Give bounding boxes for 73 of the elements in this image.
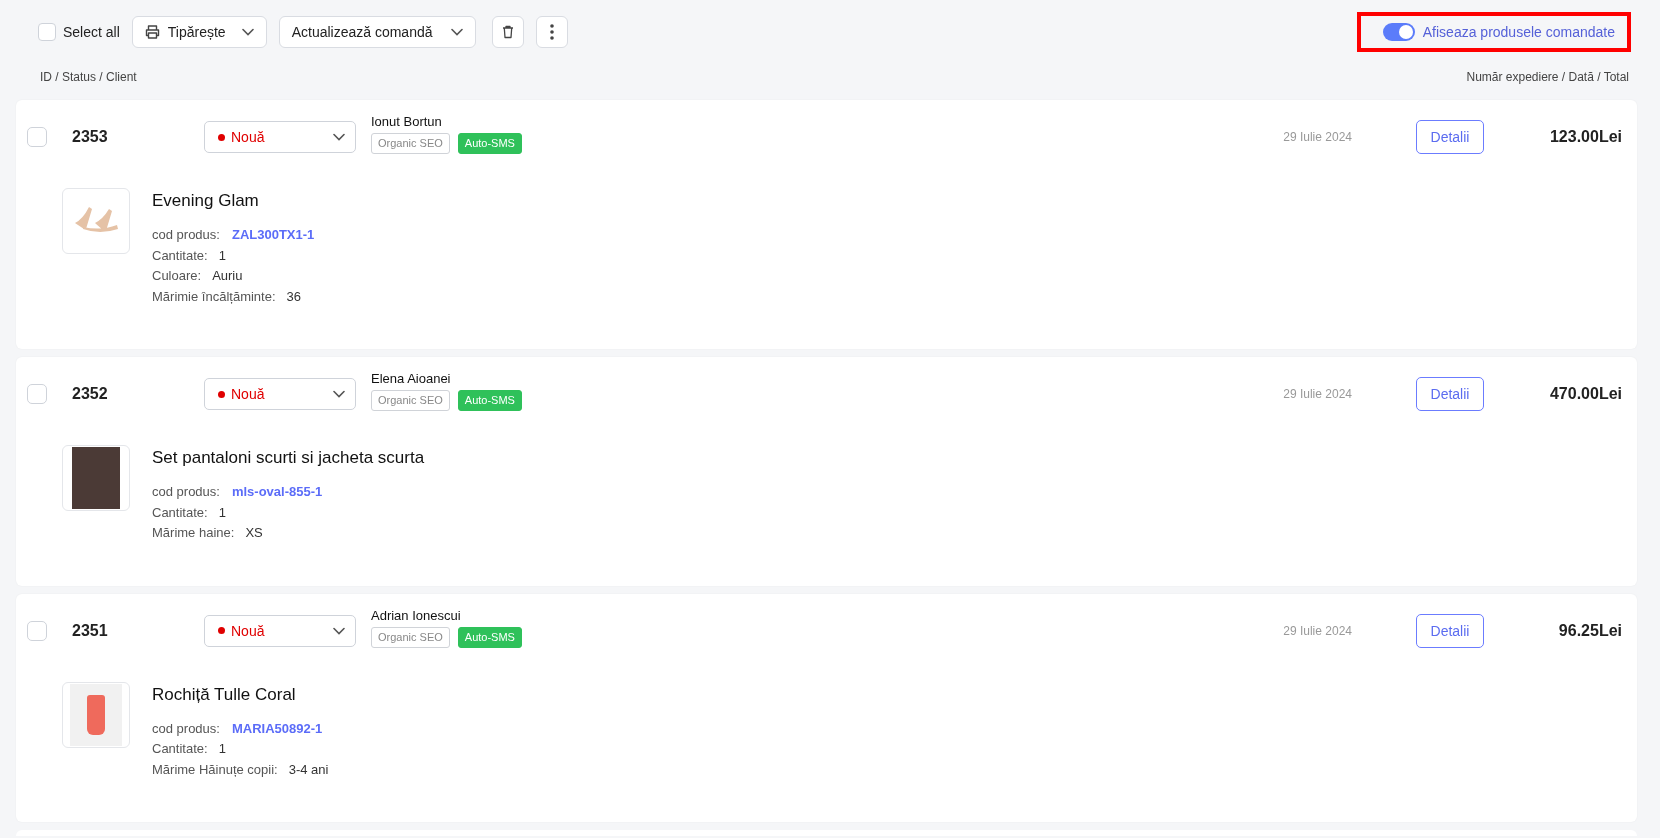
tag: Auto-SMS [457, 626, 522, 648]
attribute-label: Culoare: [152, 267, 202, 285]
printer-icon [144, 25, 160, 39]
chevron-down-icon [333, 390, 345, 398]
order-total: 96.25Lei [1557, 621, 1622, 640]
select-all-checkbox[interactable] [38, 23, 56, 41]
order-total: 123.00Lei [1548, 128, 1622, 146]
product-code-link[interactable]: mls-oval-855-1 [231, 482, 323, 503]
attribute-value: XS [245, 524, 263, 542]
kebab-menu-icon [549, 24, 554, 40]
attribute-label: cod produs: [152, 226, 220, 244]
column-header: Număr expediere / Dată / Total [1466, 70, 1629, 86]
update-order-dropdown[interactable]: Actualizează comandă [278, 16, 476, 48]
attribute-value: 1 [218, 503, 226, 522]
status-dot-icon [218, 627, 225, 634]
attribute-label: Mărime haine: [152, 524, 235, 542]
status-dropdown[interactable]: Nouă [204, 121, 356, 153]
client-name: Ionut Bortun [371, 114, 443, 129]
chevron-down-icon [241, 28, 254, 36]
toggle-switch[interactable] [1382, 23, 1415, 41]
product-code-link[interactable]: MARIA50892-1 [231, 718, 323, 739]
attribute-label: Mărimie încălțăminte: [152, 287, 276, 306]
details-button[interactable]: Detalii [1416, 613, 1484, 648]
product-name: Evening Glam [152, 190, 260, 212]
attribute-label: Cantitate: [152, 503, 208, 522]
attribute-label: cod produs: [152, 719, 220, 738]
client-name: Adrian Ionescui [371, 607, 462, 623]
column-header: ID / Status / Client [40, 70, 137, 86]
attribute-value: 3-4 ani [288, 760, 329, 779]
trash-icon [501, 25, 514, 39]
status-dropdown[interactable]: Nouă [204, 378, 356, 410]
status-dot-icon [218, 390, 225, 398]
chevron-down-icon [450, 28, 463, 36]
photo-placeholder [72, 447, 120, 509]
delete-button[interactable] [491, 16, 524, 48]
tag: Organic SEO [371, 390, 450, 411]
product-name: Set pantaloni scurti si jacheta scurta [152, 447, 425, 469]
order-date: 29 Iulie 2024 [1283, 387, 1352, 401]
toggle-label: Afiseaza produsele comandate [1422, 24, 1615, 40]
attribute-label: Mărime Hăinuțe copii: [152, 760, 278, 779]
photo-placeholder [70, 683, 122, 746]
attribute-label: Cantitate: [152, 740, 208, 758]
tag: Organic SEO [371, 133, 450, 154]
order-total: 470.00Lei [1548, 385, 1622, 403]
attribute-value: 36 [286, 287, 301, 306]
status-dropdown[interactable]: Nouă [204, 614, 356, 647]
client-name: Elena Aioanei [371, 371, 452, 386]
order-checkbox[interactable] [27, 384, 47, 404]
status-dot-icon [218, 133, 225, 141]
tag: Organic SEO [371, 626, 450, 648]
details-button[interactable]: Detalii [1416, 377, 1484, 411]
order-date: 29 Iulie 2024 [1283, 623, 1352, 638]
tag: Auto-SMS [457, 390, 522, 411]
attribute-value: 1 [218, 740, 226, 758]
order-id: 2352 [72, 385, 109, 403]
chevron-down-icon [333, 133, 345, 141]
attribute-value: Auriu [212, 267, 243, 285]
print-dropdown[interactable]: Tipărește [131, 16, 267, 48]
tag: Auto-SMS [457, 133, 522, 154]
product-code-link[interactable]: ZAL300TX1-1 [231, 225, 315, 246]
attribute-value: 1 [218, 246, 226, 265]
more-options-button[interactable] [535, 16, 568, 48]
product-name: Rochiță Tulle Coral [152, 683, 297, 706]
chevron-down-icon [333, 626, 345, 635]
select-all-label: Select all [63, 24, 120, 40]
order-id: 2351 [72, 621, 109, 640]
order-id: 2353 [72, 128, 109, 146]
details-button[interactable]: Detalii [1416, 120, 1484, 154]
order-date: 29 Iulie 2024 [1283, 130, 1352, 144]
order-checkbox[interactable] [27, 127, 47, 147]
attribute-label: Cantitate: [152, 246, 208, 265]
attribute-label: cod produs: [152, 483, 220, 501]
order-checkbox[interactable] [27, 620, 47, 641]
